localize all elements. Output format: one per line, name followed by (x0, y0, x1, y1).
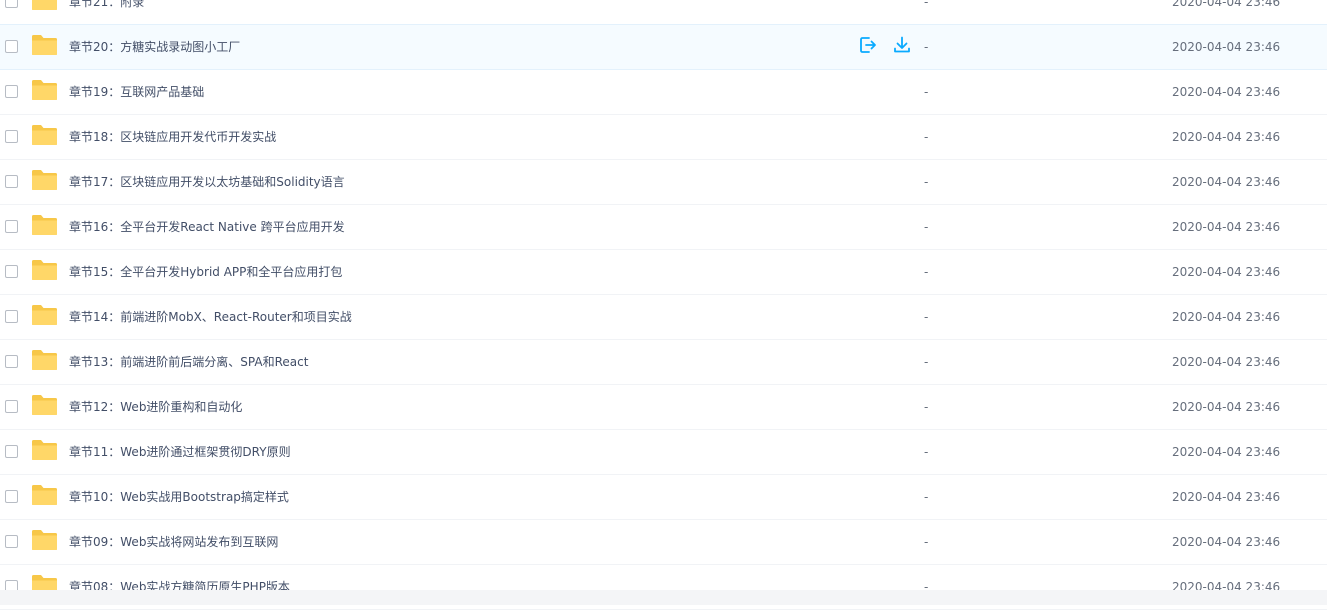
file-size: - (924, 310, 929, 324)
file-modified-date: 2020-04-04 23:46 (1172, 490, 1281, 504)
file-modified-date: 2020-04-04 23:46 (1172, 355, 1281, 369)
row-checkbox[interactable] (5, 535, 18, 548)
row-checkbox[interactable] (5, 310, 18, 323)
row-checkbox[interactable] (5, 490, 18, 503)
file-modified-date: 2020-04-04 23:46 (1172, 175, 1281, 189)
file-modified-date: 2020-04-04 23:46 (1172, 40, 1281, 54)
file-row[interactable]: 章节10：Web实战用Bootstrap搞定样式 - 2020-04-04 23… (0, 475, 1327, 520)
file-modified-date: 2020-04-04 23:46 (1172, 445, 1281, 459)
row-checkbox[interactable] (5, 445, 18, 458)
file-row[interactable]: 章节19：互联网产品基础 - 2020-04-04 23:46 (0, 70, 1327, 115)
folder-icon (32, 170, 57, 190)
file-modified-date: 2020-04-04 23:46 (1172, 535, 1281, 549)
file-name[interactable]: 章节10：Web实战用Bootstrap搞定样式 (69, 475, 289, 519)
file-size: - (924, 40, 929, 54)
file-name[interactable]: 章节09：Web实战将网站发布到互联网 (69, 520, 278, 564)
file-row[interactable]: 章节11：Web进阶通过框架贯彻DRY原则 - 2020-04-04 23:46 (0, 430, 1327, 475)
folder-icon (32, 125, 57, 145)
file-name[interactable]: 章节20：方糖实战录动图小工厂 (69, 25, 240, 69)
folder-icon (32, 530, 57, 550)
file-name[interactable]: 章节15：全平台开发Hybrid APP和全平台应用打包 (69, 250, 342, 294)
folder-icon (32, 305, 57, 325)
folder-icon (32, 395, 57, 415)
file-row[interactable]: 章节20：方糖实战录动图小工厂 - 2020-04-04 23:46 (0, 24, 1327, 70)
file-row[interactable]: 章节17：区块链应用开发以太坊基础和Solidity语言 - 2020-04-0… (0, 160, 1327, 205)
file-name[interactable]: 章节12：Web进阶重构和自动化 (69, 385, 242, 429)
file-name[interactable]: 章节19：互联网产品基础 (69, 70, 204, 114)
file-size: - (924, 265, 929, 279)
file-size: - (924, 490, 929, 504)
file-modified-date: 2020-04-04 23:46 (1172, 310, 1281, 324)
row-checkbox[interactable] (5, 355, 18, 368)
download-icon[interactable] (892, 35, 912, 55)
file-modified-date: 2020-04-04 23:46 (1172, 265, 1281, 279)
file-modified-date: 2020-04-04 23:46 (1172, 0, 1281, 9)
folder-icon (32, 260, 57, 280)
file-size: - (924, 85, 929, 99)
file-row[interactable]: 章节14：前端进阶MobX、React-Router和项目实战 - 2020-0… (0, 295, 1327, 340)
file-rows: 章节21：附录 - 2020-04-04 23:46 章节20：方糖实战录动图小… (0, 0, 1327, 610)
folder-icon (32, 35, 57, 55)
row-checkbox[interactable] (5, 130, 18, 143)
file-size: - (924, 0, 929, 9)
file-size: - (924, 175, 929, 189)
file-name[interactable]: 章节11：Web进阶通过框架贯彻DRY原则 (69, 430, 291, 474)
folder-icon (32, 215, 57, 235)
file-name[interactable]: 章节14：前端进阶MobX、React-Router和项目实战 (69, 295, 352, 339)
file-name[interactable]: 章节21：附录 (69, 0, 144, 24)
row-checkbox[interactable] (5, 220, 18, 233)
folder-icon (32, 485, 57, 505)
folder-icon (32, 350, 57, 370)
file-row[interactable]: 章节15：全平台开发Hybrid APP和全平台应用打包 - 2020-04-0… (0, 250, 1327, 295)
file-size: - (924, 130, 929, 144)
file-name[interactable]: 章节13：前端进阶前后端分离、SPA和React (69, 340, 308, 384)
file-row[interactable]: 章节13：前端进阶前后端分离、SPA和React - 2020-04-04 23… (0, 340, 1327, 385)
share-icon[interactable] (858, 35, 878, 55)
row-checkbox[interactable] (5, 0, 18, 8)
folder-icon (32, 440, 57, 460)
file-row[interactable]: 章节12：Web进阶重构和自动化 - 2020-04-04 23:46 (0, 385, 1327, 430)
file-name[interactable]: 章节17：区块链应用开发以太坊基础和Solidity语言 (69, 160, 345, 204)
file-size: - (924, 445, 929, 459)
file-size: - (924, 400, 929, 414)
file-modified-date: 2020-04-04 23:46 (1172, 85, 1281, 99)
file-name[interactable]: 章节18：区块链应用开发代币开发实战 (69, 115, 276, 159)
file-row[interactable]: 章节18：区块链应用开发代币开发实战 - 2020-04-04 23:46 (0, 115, 1327, 160)
row-checkbox[interactable] (5, 265, 18, 278)
row-checkbox[interactable] (5, 400, 18, 413)
file-row[interactable]: 章节16：全平台开发React Native 跨平台应用开发 - 2020-04… (0, 205, 1327, 250)
bottom-scroll-area (0, 590, 1327, 605)
file-list: 章节21：附录 - 2020-04-04 23:46 章节20：方糖实战录动图小… (0, 0, 1327, 610)
file-row[interactable]: 章节09：Web实战将网站发布到互联网 - 2020-04-04 23:46 (0, 520, 1327, 565)
folder-icon (32, 80, 57, 100)
file-size: - (924, 355, 929, 369)
file-modified-date: 2020-04-04 23:46 (1172, 220, 1281, 234)
row-checkbox[interactable] (5, 175, 18, 188)
file-size: - (924, 220, 929, 234)
row-actions (858, 35, 912, 59)
file-modified-date: 2020-04-04 23:46 (1172, 130, 1281, 144)
file-row[interactable]: 章节21：附录 - 2020-04-04 23:46 (0, 0, 1327, 25)
file-name[interactable]: 章节16：全平台开发React Native 跨平台应用开发 (69, 205, 345, 249)
folder-icon (32, 0, 57, 10)
file-size: - (924, 535, 929, 549)
file-modified-date: 2020-04-04 23:46 (1172, 400, 1281, 414)
row-checkbox[interactable] (5, 85, 18, 98)
row-checkbox[interactable] (5, 40, 18, 53)
